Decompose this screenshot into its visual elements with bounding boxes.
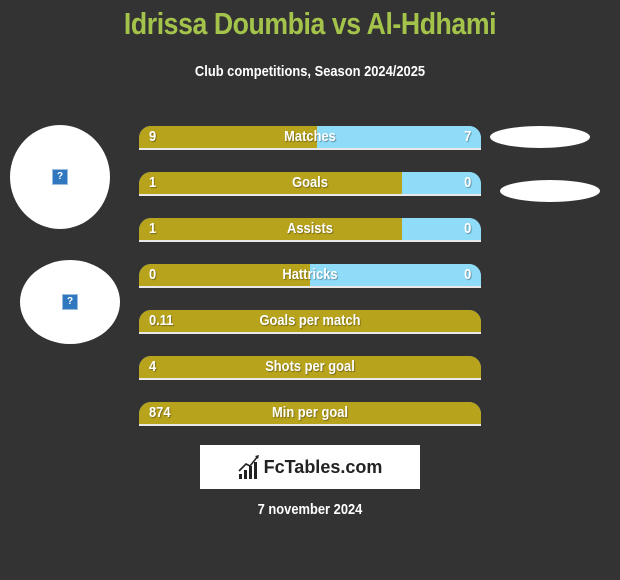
stat-label: Goals	[292, 174, 328, 191]
logo-text: FcTables.com	[263, 456, 383, 477]
stat-bar-shots-per-goal: 4 Shots per goal	[139, 356, 481, 380]
left-value: 0	[149, 266, 157, 283]
page-title: Idrissa Doumbia vs Al-Hdhami	[123, 6, 497, 41]
bar-chart-growth-icon	[238, 455, 259, 479]
right-value: 0	[463, 174, 471, 191]
right-player-avatar	[490, 126, 590, 148]
right-value: 7	[463, 128, 471, 145]
left-value: 1	[149, 174, 157, 191]
left-player-avatar: ?	[10, 125, 110, 229]
stat-label: Hattricks	[282, 266, 338, 283]
right-value: 0	[463, 266, 471, 283]
broken-image-icon: ?	[52, 169, 68, 185]
left-value: 4	[149, 358, 157, 375]
left-value: 1	[149, 220, 157, 237]
stat-label: Assists	[287, 220, 333, 237]
fctables-logo[interactable]: FcTables.com	[200, 445, 420, 489]
right-value: 0	[463, 220, 471, 237]
stat-bar-matches: 9 Matches 7	[139, 126, 481, 150]
stat-bar-goals-per-match: 0.11 Goals per match	[139, 310, 481, 334]
stat-bar-assists: 1 Assists 0	[139, 218, 481, 242]
stat-bar-goals: 1 Goals 0	[139, 172, 481, 196]
page-subtitle: Club competitions, Season 2024/2025	[194, 63, 426, 80]
stat-label: Matches	[284, 128, 336, 145]
stat-label: Goals per match	[259, 312, 361, 329]
right-team-logo	[500, 180, 600, 202]
stat-bar-min-per-goal: 874 Min per goal	[139, 402, 481, 426]
date-label: 7 november 2024	[257, 501, 363, 518]
left-value: 9	[149, 128, 157, 145]
stat-label: Min per goal	[272, 404, 348, 421]
stat-bar-hattricks: 0 Hattricks 0	[139, 264, 481, 288]
broken-image-icon: ?	[62, 294, 78, 310]
left-team-logo: ?	[20, 260, 120, 344]
stat-label: Shots per goal	[265, 358, 355, 375]
